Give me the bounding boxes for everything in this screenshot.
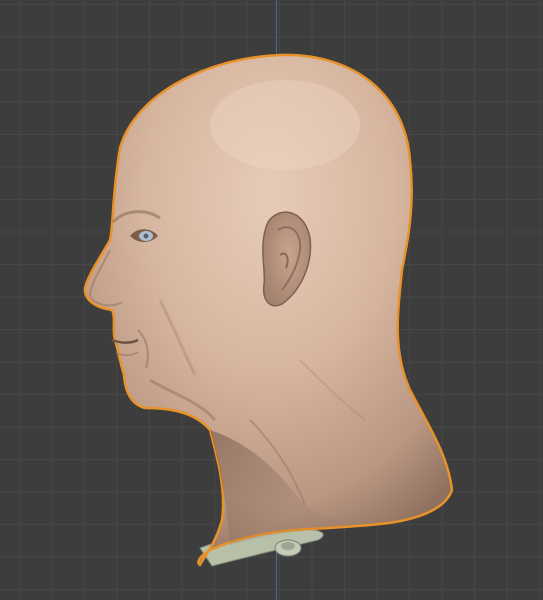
3d-viewport[interactable] bbox=[0, 0, 543, 600]
head-model[interactable] bbox=[0, 0, 543, 600]
skull-highlight bbox=[210, 80, 360, 170]
